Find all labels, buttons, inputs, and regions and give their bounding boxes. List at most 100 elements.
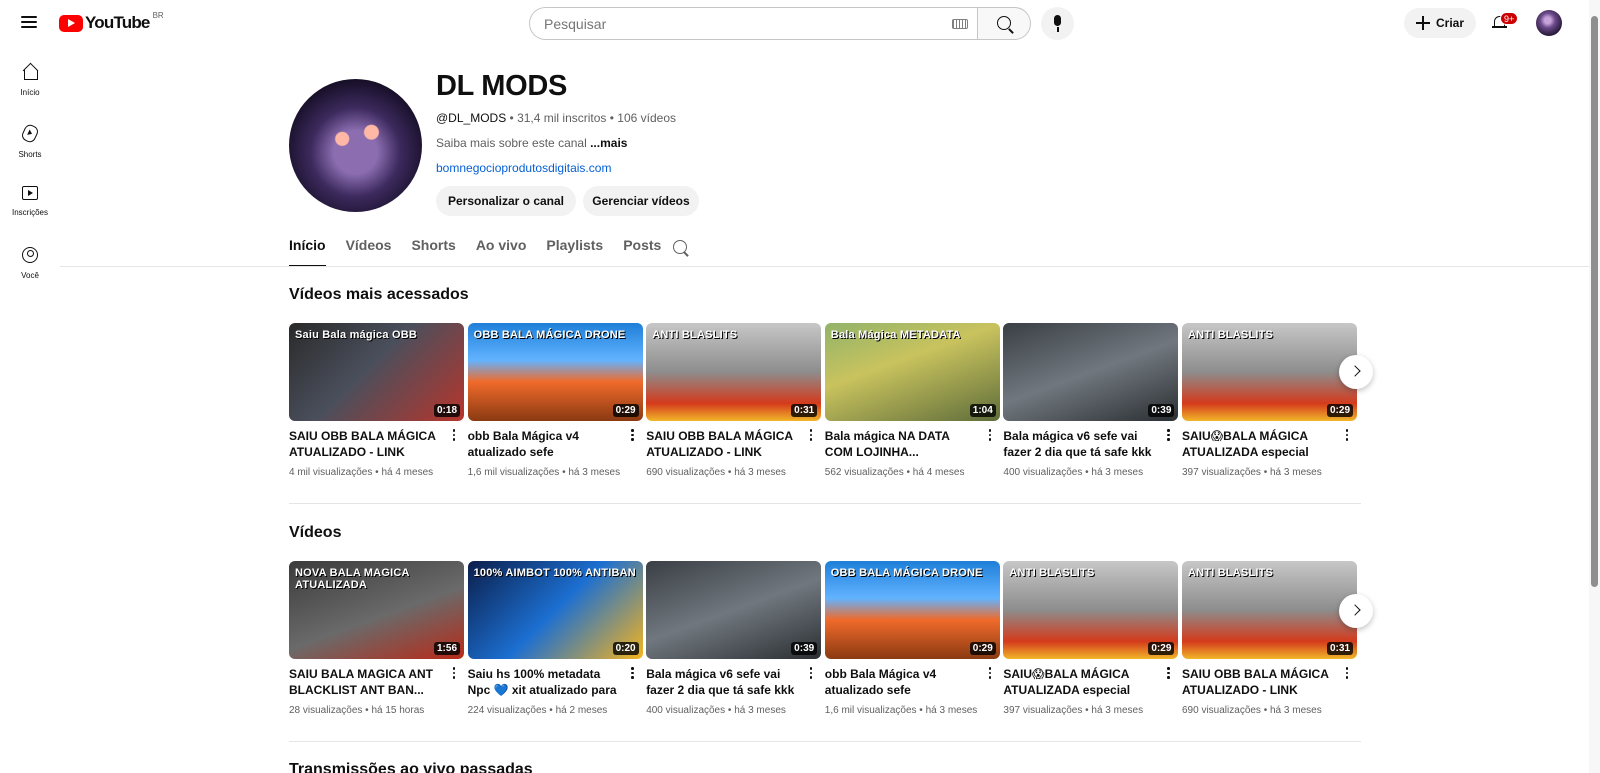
- tab-posts[interactable]: Posts: [623, 237, 661, 267]
- video-title[interactable]: SAIU BALA MAGICA ANT BLACKLIST ANT BAN..…: [289, 666, 441, 698]
- video-title[interactable]: Bala mágica v6 sefe vai fazer 2 dia que …: [1003, 428, 1155, 460]
- video-title[interactable]: SAIU OBB BALA MÁGICA ATUALIZADO - LINK D…: [646, 428, 798, 460]
- more-options-icon[interactable]: [1162, 427, 1174, 443]
- channel-search-icon[interactable]: [673, 240, 687, 254]
- video-card[interactable]: 100% AIMBOT 100% ANTIBAN 0:20 Saiu hs 100%…: [467, 561, 643, 716]
- video-card[interactable]: Saiu Bala mágica OBB 0:18 SAIU OBB BALA MÁ…: [289, 323, 464, 478]
- video-age: há 2 meses: [555, 705, 608, 716]
- video-thumbnail[interactable]: 100% AIMBOT 100% ANTIBAN 0:20: [467, 561, 643, 659]
- more-options-icon[interactable]: [1341, 665, 1353, 681]
- sidebar-item-shorts[interactable]: Shorts: [0, 116, 60, 177]
- voice-search-button[interactable]: [1041, 7, 1074, 40]
- account-avatar[interactable]: [1536, 10, 1562, 36]
- video-meta: 400 visualizações • há 3 meses: [1003, 467, 1144, 478]
- channel-about[interactable]: Saiba mais sobre este canal ...mais: [436, 136, 627, 150]
- video-card[interactable]: OBB BALA MÁGICA DRONE 0:29 obb Bala Mágica…: [467, 323, 643, 478]
- video-card[interactable]: ANTI BLASLITS 0:29 SAIU😱BALA MÁGICA ATUALI…: [1182, 323, 1357, 478]
- more-options-icon[interactable]: [627, 427, 639, 443]
- video-title[interactable]: Saiu hs 100% metadata Npc 💙 xit atualiza…: [468, 666, 620, 698]
- video-thumbnail[interactable]: OBB BALA MÁGICA DRONE 0:29: [467, 323, 643, 421]
- manage-videos-button[interactable]: Gerenciar vídeos: [583, 186, 699, 216]
- more-options-icon[interactable]: [448, 665, 460, 681]
- video-age: há 3 meses: [1091, 705, 1144, 716]
- more-options-icon[interactable]: [805, 665, 817, 681]
- tab-shorts[interactable]: Shorts: [411, 237, 455, 267]
- tab-live[interactable]: Ao vivo: [476, 237, 527, 267]
- sidebar-item-home[interactable]: Início: [0, 55, 60, 116]
- channel-link[interactable]: bomnegocioprodutosdigitais.com: [436, 161, 611, 175]
- channel-tabs: Início Vídeos Shorts Ao vivo Playlists P…: [289, 237, 681, 267]
- sidebar-item-label: Você: [21, 271, 39, 280]
- page-scrollbar[interactable]: [1589, 0, 1600, 773]
- video-thumbnail[interactable]: Bala Mágica METADATA 1:04: [824, 323, 1000, 421]
- next-arrow-button[interactable]: [1339, 355, 1373, 389]
- video-meta: 400 visualizações • há 3 meses: [646, 705, 786, 716]
- video-card[interactable]: OBB BALA MÁGICA DRONE 0:29 obb Bala Mágica…: [824, 561, 1000, 716]
- more-options-icon[interactable]: [984, 665, 996, 681]
- scrollbar-thumb[interactable]: [1591, 16, 1598, 587]
- tab-home[interactable]: Início: [289, 237, 326, 267]
- video-title[interactable]: SAIU😱BALA MÁGICA ATUALIZADA especial 114…: [1182, 428, 1334, 460]
- more-options-icon[interactable]: [805, 427, 817, 443]
- video-thumbnail[interactable]: ANTI BLASLITS 0:31: [1182, 561, 1357, 659]
- top-bar: YouTube BR Criar 9+: [0, 0, 1600, 46]
- video-duration: 0:29: [1148, 642, 1175, 655]
- tab-videos[interactable]: Vídeos: [346, 237, 392, 267]
- video-card[interactable]: ANTI BLASLITS 0:31 SAIU OBB BALA MÁGICA AT…: [1182, 561, 1357, 716]
- next-arrow-button[interactable]: [1339, 594, 1373, 628]
- video-views: 400 visualizações: [646, 705, 726, 716]
- video-card[interactable]: 0:39 Bala mágica v6 sefe vai fazer 2 dia …: [646, 561, 822, 716]
- video-title[interactable]: obb Bala Mágica v4 atualizado sefe: [825, 666, 977, 698]
- youtube-logo[interactable]: YouTube BR: [59, 11, 164, 33]
- video-card[interactable]: NOVA BALA MAGICA ATUALIZADA 1:56 SAIU BALA…: [289, 561, 464, 716]
- more-options-icon[interactable]: [1162, 665, 1174, 681]
- video-title[interactable]: SAIU OBB BALA MÁGICA ATUALIZADO - LINK D…: [1182, 666, 1334, 698]
- video-title[interactable]: obb Bala Mágica v4 atualizado sefe: [468, 428, 620, 460]
- create-button[interactable]: Criar: [1404, 8, 1476, 38]
- shorts-icon: [20, 122, 40, 145]
- sidebar-item-subscriptions[interactable]: Inscrições: [0, 177, 60, 238]
- video-card[interactable]: Bala Mágica METADATA 1:04 Bala mágica NA D…: [824, 323, 1000, 478]
- sidebar-item-you[interactable]: Você: [0, 238, 60, 299]
- video-title[interactable]: Bala mágica NA DATA COM LOJINHA...: [825, 428, 977, 460]
- more-options-icon[interactable]: [1341, 427, 1353, 443]
- menu-icon[interactable]: [18, 11, 40, 33]
- video-thumbnail[interactable]: ANTI BLASLITS 0:31: [646, 323, 822, 421]
- popular-videos-row: Saiu Bala mágica OBB 0:18 SAIU OBB BALA MÁ…: [289, 323, 1361, 503]
- tab-playlists[interactable]: Playlists: [546, 237, 603, 267]
- video-card[interactable]: 0:39 Bala mágica v6 sefe vai fazer 2 dia …: [1003, 323, 1179, 478]
- video-thumbnail[interactable]: OBB BALA MÁGICA DRONE 0:29: [824, 561, 1000, 659]
- channel-name: DL MODS: [436, 70, 568, 102]
- search-input[interactable]: [529, 7, 977, 40]
- video-thumbnail[interactable]: ANTI BLASLITS 0:29: [1182, 323, 1357, 421]
- video-meta: 397 visualizações • há 3 meses: [1003, 705, 1144, 716]
- search-button[interactable]: [977, 7, 1031, 40]
- thumbnail-overlay-text: 100% AIMBOT 100% ANTIBAN: [473, 567, 636, 579]
- video-card[interactable]: ANTI BLASLITS 0:31 SAIU OBB BALA MÁGICA AT…: [646, 323, 822, 478]
- video-meta: 28 visualizações • há 15 horas: [289, 705, 425, 716]
- thumbnail-overlay-text: ANTI BLASLITS: [652, 329, 738, 341]
- video-thumbnail[interactable]: ANTI BLASLITS 0:29: [1003, 561, 1179, 659]
- more-options-icon[interactable]: [448, 427, 460, 443]
- thumbnail-overlay-text: OBB BALA MÁGICA DRONE: [473, 329, 626, 341]
- video-duration: 0:31: [1326, 642, 1353, 655]
- video-title[interactable]: SAIU OBB BALA MÁGICA ATUALIZADO - LINK D…: [289, 428, 441, 460]
- video-duration: 0:20: [612, 642, 639, 655]
- search-bar: [529, 7, 1031, 40]
- video-card[interactable]: ANTI BLASLITS 0:29 SAIU😱BALA MÁGICA ATUALI…: [1003, 561, 1179, 716]
- video-title[interactable]: Bala mágica v6 sefe vai fazer 2 dia que …: [646, 666, 798, 698]
- video-thumbnail[interactable]: 0:39: [646, 561, 822, 659]
- video-age: há 4 meses: [381, 467, 434, 478]
- channel-avatar[interactable]: [289, 79, 422, 212]
- video-thumbnail[interactable]: NOVA BALA MAGICA ATUALIZADA 1:56: [289, 561, 464, 659]
- search-icon: [997, 16, 1011, 30]
- video-title[interactable]: SAIU😱BALA MÁGICA ATUALIZADA especial 114…: [1003, 666, 1155, 698]
- thumbnail-overlay-text: Bala Mágica METADATA: [830, 329, 961, 341]
- video-thumbnail[interactable]: 0:39: [1003, 323, 1179, 421]
- notifications-badge: 9+: [1500, 12, 1519, 25]
- more-options-icon[interactable]: [627, 665, 639, 681]
- video-thumbnail[interactable]: Saiu Bala mágica OBB 0:18: [289, 323, 464, 421]
- more-options-icon[interactable]: [984, 427, 996, 443]
- keyboard-icon[interactable]: [952, 19, 968, 29]
- customize-channel-button[interactable]: Personalizar o canal: [436, 186, 576, 216]
